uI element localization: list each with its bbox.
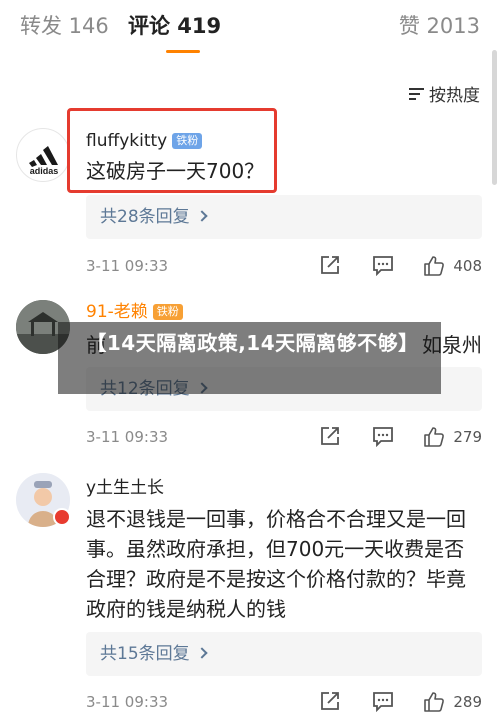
thumbs-up-icon (424, 256, 445, 276)
view-replies-button[interactable]: 共28条回复 (86, 195, 482, 239)
comment-time: 3-11 09:33 (86, 693, 169, 711)
comment-meta: 3-11 09:33 279 (86, 425, 482, 449)
replies-count: 共28条回复 (100, 207, 190, 227)
active-tab-indicator (166, 50, 200, 53)
tab-likes[interactable]: 赞 2013 (399, 12, 480, 40)
svg-text:adidas: adidas (30, 166, 59, 176)
sort-label: 按热度 (429, 86, 480, 106)
comment-time: 3-11 09:33 (86, 428, 169, 446)
like-count: 408 (453, 257, 482, 275)
overlay-title: 【14天隔离政策,14天隔离够不够】 (86, 331, 419, 355)
share-icon[interactable] (319, 254, 341, 276)
reply-comment-icon[interactable] (372, 690, 394, 713)
thumbs-up-icon (424, 427, 445, 447)
fan-badge: 铁粉 (152, 304, 183, 320)
scrollbar[interactable] (492, 50, 497, 185)
comment-time: 3-11 09:33 (86, 257, 169, 275)
chevron-right-icon (195, 647, 208, 659)
reply-comment-icon[interactable] (372, 254, 394, 277)
adidas-logo-icon: adidas (29, 146, 59, 176)
chevron-right-icon (195, 210, 208, 222)
sort-by-popularity-button[interactable]: 按热度 (409, 81, 480, 106)
tab-bar: 转发 146 评论 419 赞 2013 (0, 0, 500, 53)
thumbs-up-icon (424, 692, 445, 712)
replies-count: 共15条回复 (100, 644, 190, 664)
username-text: 91-老赖 (86, 302, 148, 322)
comment-meta: 3-11 09:33 289 (86, 690, 482, 714)
tab-comments[interactable]: 评论 419 (128, 12, 221, 40)
share-icon[interactable] (319, 425, 341, 447)
comment-username[interactable]: y土生土长 (86, 477, 164, 499)
like-count: 289 (453, 693, 482, 711)
reply-comment-icon[interactable] (372, 425, 394, 448)
view-replies-button[interactable]: 共15条回复 (86, 632, 482, 676)
like-button[interactable]: 279 (423, 425, 482, 449)
highlight-box (67, 108, 277, 193)
like-button[interactable]: 408 (423, 254, 482, 278)
avatar[interactable]: adidas (16, 128, 70, 182)
verified-badge-icon (53, 508, 71, 526)
share-icon[interactable] (319, 690, 341, 712)
like-button[interactable]: 289 (423, 690, 482, 714)
sort-icon (409, 86, 426, 102)
tab-reposts[interactable]: 转发 146 (20, 12, 109, 40)
comment-text: 退不退钱是一回事，价格合不合理又是一回事。虽然政府承担，但700元一天收费是否合… (86, 507, 466, 621)
comment-meta: 3-11 09:33 408 (86, 254, 482, 278)
comment-username[interactable]: 91-老赖 铁粉 (86, 301, 183, 323)
like-count: 279 (453, 428, 482, 446)
username-text: y土生土长 (86, 478, 165, 498)
